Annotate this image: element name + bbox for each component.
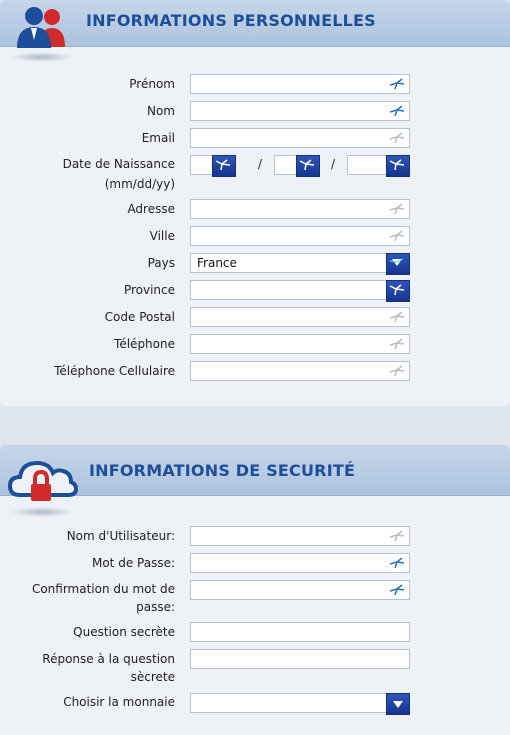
header-icon-shadow (10, 52, 74, 62)
checkmark-arrow-icon (389, 338, 405, 353)
email-input[interactable] (190, 128, 410, 148)
checkmark-arrow-icon (389, 230, 405, 245)
nom-label: Nom (146, 104, 175, 118)
prenom-input[interactable] (190, 74, 410, 94)
pays-label: Pays (147, 256, 175, 270)
secret-question-label: Question secrète (73, 625, 175, 639)
dob-label-line1: Date de Naissance (62, 157, 175, 171)
dob-day-select[interactable] (274, 155, 320, 177)
pays-selected-value: France (197, 256, 237, 270)
nom-input[interactable] (190, 101, 410, 121)
password-label: Mot de Passe: (91, 556, 175, 570)
checkmark-arrow-icon (389, 365, 405, 380)
dob-label-line2: (mm/dd/yy) (104, 177, 175, 191)
checkmark-arrow-icon (389, 557, 405, 572)
telephone-cellulaire-input[interactable] (190, 361, 410, 381)
dropdown-arrow-icon (386, 155, 410, 177)
pays-select[interactable]: France (190, 253, 410, 275)
checkmark-arrow-icon (389, 132, 405, 147)
dob-separator: / (258, 157, 263, 171)
personal-info-panel: INFORMATIONS PERSONNELLES Prénom Nom Ema… (0, 0, 510, 406)
dob-separator: / (331, 157, 336, 171)
adresse-label: Adresse (127, 202, 175, 216)
dropdown-arrow-icon (386, 253, 410, 275)
personal-info-title: INFORMATIONS PERSONNELLES (86, 11, 376, 30)
header-icon-shadow (10, 507, 74, 517)
email-label: Email (141, 131, 175, 145)
security-info-title: INFORMATIONS DE SECURITÉ (89, 461, 356, 480)
code-postal-input[interactable] (190, 307, 410, 327)
ville-label: Ville (149, 229, 175, 243)
checkmark-arrow-icon (389, 78, 405, 93)
password-confirm-label-line2: passe: (136, 600, 175, 614)
checkmark-arrow-icon (389, 105, 405, 120)
dropdown-arrow-icon (212, 155, 236, 177)
checkmark-arrow-icon (389, 311, 405, 326)
username-label: Nom d'Utilisateur: (66, 529, 175, 543)
cloud-lock-icon (7, 455, 80, 510)
province-label: Province (123, 283, 175, 297)
ville-input[interactable] (190, 226, 410, 246)
dob-month-select[interactable] (190, 155, 236, 177)
password-confirm-input[interactable] (190, 580, 410, 600)
secret-answer-label-line2: sècrete (130, 670, 175, 684)
telephone-cellulaire-label: Téléphone Cellulaire (54, 364, 175, 378)
password-confirm-label-line1: Confirmation du mot de (31, 582, 175, 596)
security-info-panel: INFORMATIONS DE SECURITÉ Nom d'Utilisate… (0, 445, 510, 735)
checkmark-arrow-icon (389, 584, 405, 599)
telephone-label: Téléphone (114, 337, 175, 351)
dropdown-arrow-icon (296, 155, 320, 177)
prenom-label: Prénom (129, 77, 175, 91)
username-input[interactable] (190, 526, 410, 546)
secret-answer-label-line1: Réponse à la question (42, 652, 175, 666)
code-postal-label: Code Postal (104, 310, 175, 324)
secret-question-input[interactable] (190, 622, 410, 642)
users-icon (8, 4, 78, 57)
province-select[interactable] (190, 280, 410, 302)
currency-select[interactable] (190, 693, 410, 715)
secret-answer-input[interactable] (190, 649, 410, 669)
password-input[interactable] (190, 553, 410, 573)
telephone-input[interactable] (190, 334, 410, 354)
dob-year-select[interactable] (347, 155, 410, 177)
checkmark-arrow-icon (389, 203, 405, 218)
currency-label: Choisir la monnaie (63, 695, 175, 709)
adresse-input[interactable] (190, 199, 410, 219)
personal-info-header: INFORMATIONS PERSONNELLES (0, 0, 510, 48)
security-info-header: INFORMATIONS DE SECURITÉ (0, 445, 510, 501)
checkmark-arrow-icon (389, 530, 405, 545)
chevron-down-icon (386, 693, 410, 715)
dropdown-arrow-icon (386, 280, 410, 302)
